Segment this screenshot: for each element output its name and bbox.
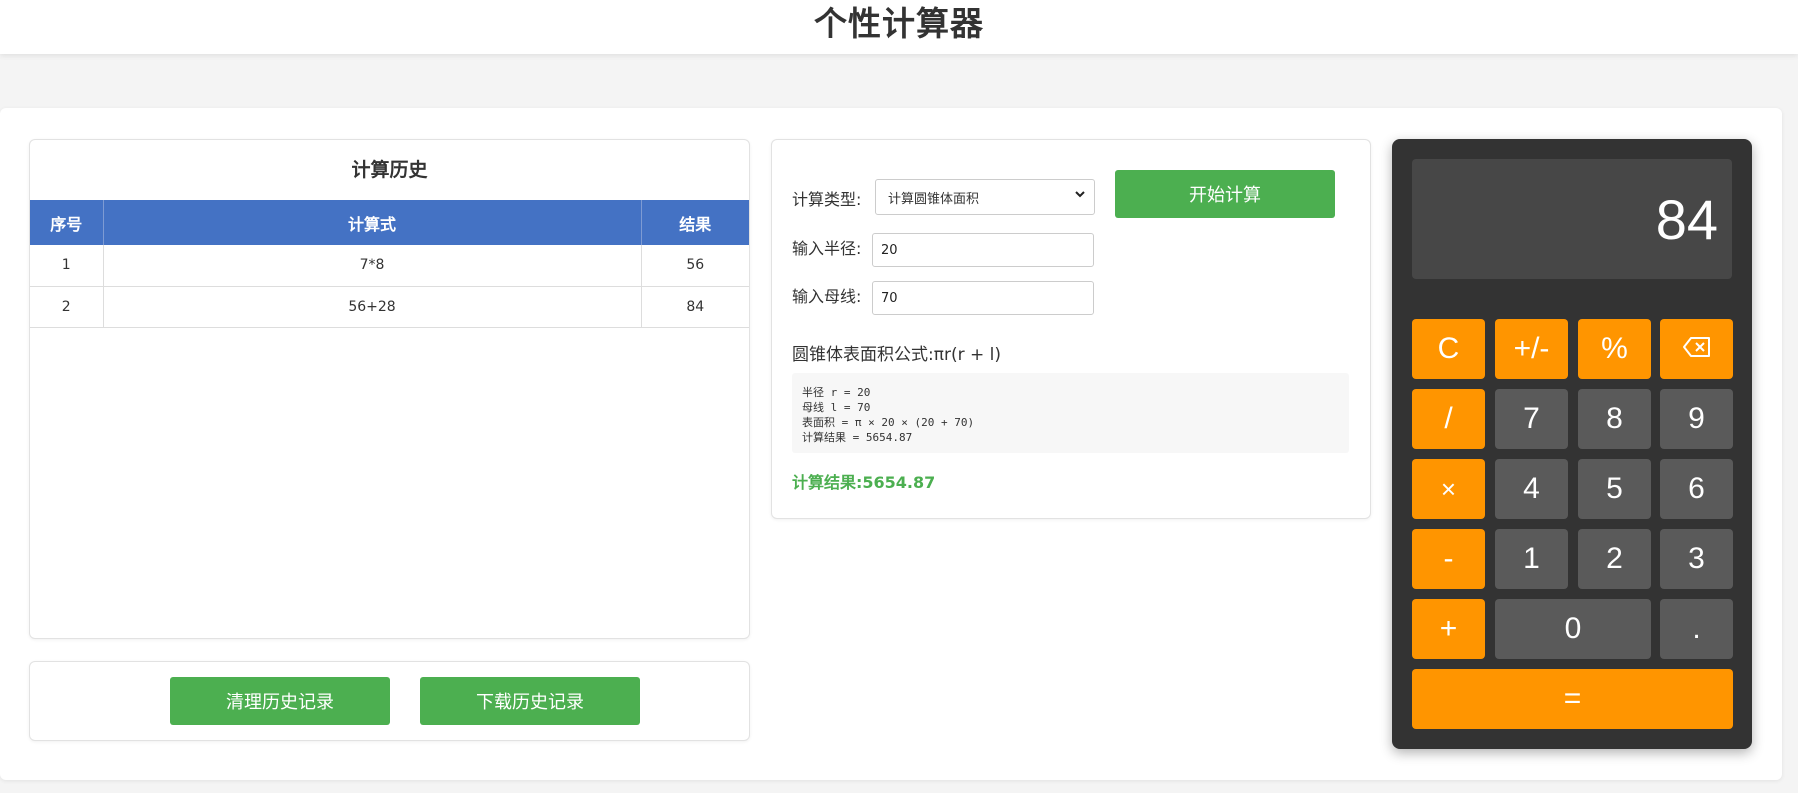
radius-label: 输入半径: — [792, 239, 862, 258]
backspace-icon — [1682, 332, 1712, 366]
digit-0-key[interactable]: 0 — [1495, 599, 1651, 659]
history-table: 序号 计算式 结果 1 7*8 56 2 56+28 84 — [30, 200, 749, 328]
column-header-result: 结果 — [641, 200, 749, 245]
slant-label: 输入母线: — [792, 287, 862, 306]
column-header-index: 序号 — [30, 200, 104, 245]
table-row: 1 7*8 56 — [30, 245, 749, 287]
digit-8-key[interactable]: 8 — [1578, 389, 1651, 449]
calc-type-selected: 计算圆锥体面积 — [888, 191, 980, 207]
row-index: 1 — [30, 245, 104, 287]
clear-key[interactable]: C — [1412, 319, 1485, 379]
formula-text: 圆锥体表面积公式:πr(r + l) — [792, 345, 1001, 365]
subtract-key[interactable]: - — [1412, 529, 1485, 589]
download-history-button[interactable]: 下载历史记录 — [420, 677, 640, 725]
calc-type-label: 计算类型: — [792, 190, 862, 209]
row-result: 84 — [641, 286, 749, 328]
calc-type-select[interactable]: 计算圆锥体面积 — [875, 179, 1095, 215]
history-actions: 清理历史记录 下载历史记录 — [29, 661, 750, 741]
detail-line: 母线 l = 70 — [802, 401, 871, 414]
calculator: 84 C +/- % / 7 8 9 × 4 5 6 - 1 2 3 + 0 .… — [1392, 139, 1752, 749]
row-index: 2 — [30, 286, 104, 328]
digit-1-key[interactable]: 1 — [1495, 529, 1568, 589]
calculation-result: 计算结果:5654.87 — [792, 473, 936, 492]
detail-line: 表面积 = π × 20 × (20 + 70) — [802, 416, 975, 429]
row-expression: 7*8 — [103, 245, 642, 287]
digit-9-key[interactable]: 9 — [1660, 389, 1733, 449]
row-result: 56 — [641, 245, 749, 287]
radius-input[interactable]: 20 — [872, 233, 1094, 267]
start-calculation-button[interactable]: 开始计算 — [1115, 170, 1335, 218]
digit-6-key[interactable]: 6 — [1660, 459, 1733, 519]
digit-5-key[interactable]: 5 — [1578, 459, 1651, 519]
decimal-key[interactable]: . — [1660, 599, 1733, 659]
detail-line: 计算结果 = 5654.87 — [802, 431, 913, 444]
history-title: 计算历史 — [351, 159, 428, 181]
multiply-key[interactable]: × — [1412, 459, 1485, 519]
negate-key[interactable]: +/- — [1495, 319, 1568, 379]
row-expression: 56+28 — [103, 286, 642, 328]
table-row: 2 56+28 84 — [30, 286, 749, 328]
add-key[interactable]: + — [1412, 599, 1485, 659]
header-bar: 个性计算器 — [0, 0, 1798, 54]
digit-2-key[interactable]: 2 — [1578, 529, 1651, 589]
calculation-detail: 半径 r = 20 母线 l = 70 表面积 = π × 20 × (20 +… — [792, 373, 1349, 453]
chevron-down-icon — [1074, 188, 1086, 204]
digit-7-key[interactable]: 7 — [1495, 389, 1568, 449]
detail-line: 半径 r = 20 — [802, 386, 871, 399]
slant-height-input[interactable]: 70 — [872, 281, 1094, 315]
digit-3-key[interactable]: 3 — [1660, 529, 1733, 589]
equals-key[interactable]: = — [1412, 669, 1733, 729]
geometry-panel: 计算类型: 计算圆锥体面积 开始计算 输入半径: 20 输入母线: 70 圆锥体… — [771, 139, 1371, 519]
digit-4-key[interactable]: 4 — [1495, 459, 1568, 519]
backspace-key[interactable] — [1660, 319, 1733, 379]
percent-key[interactable]: % — [1578, 319, 1651, 379]
column-header-expression: 计算式 — [103, 200, 642, 245]
divide-key[interactable]: / — [1412, 389, 1485, 449]
page-title: 个性计算器 — [814, 4, 984, 43]
calculator-display: 84 — [1412, 159, 1732, 279]
clear-history-button[interactable]: 清理历史记录 — [170, 677, 390, 725]
history-panel: 计算历史 序号 计算式 结果 1 7*8 56 2 56+28 84 — [29, 139, 750, 639]
